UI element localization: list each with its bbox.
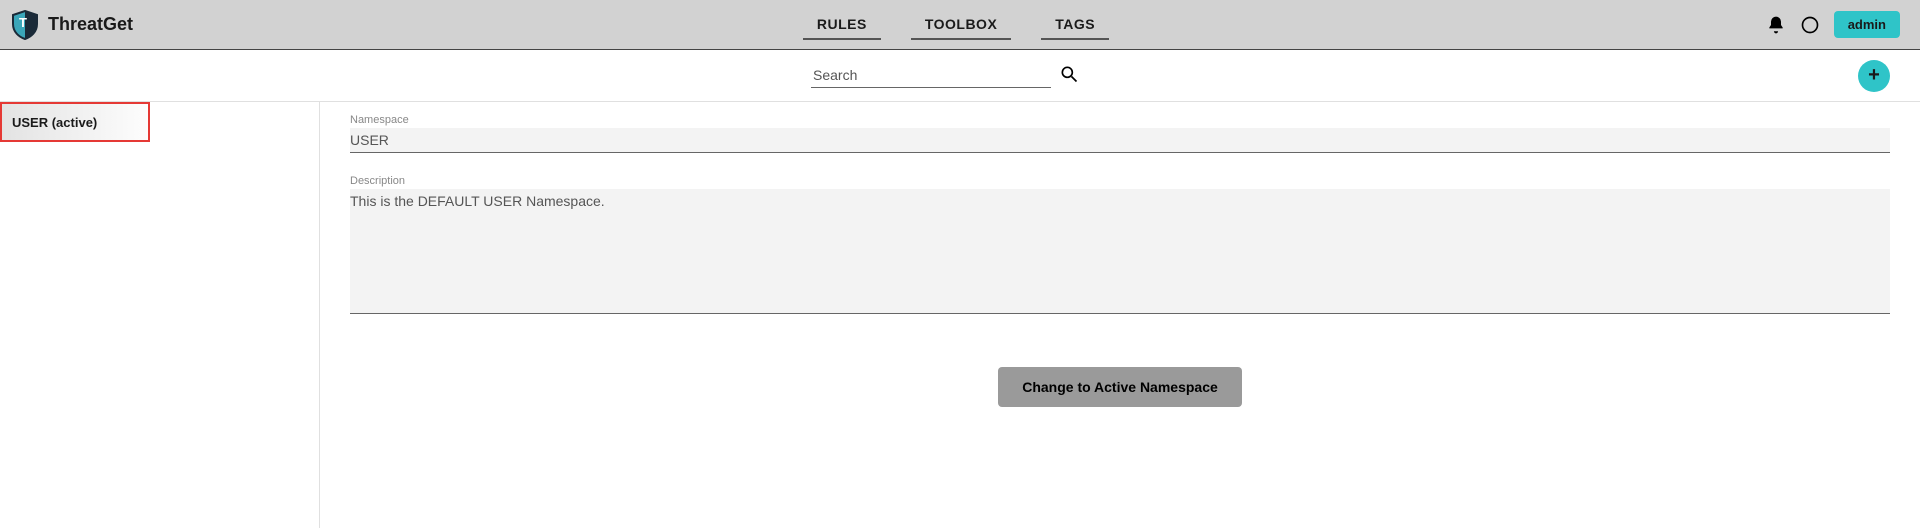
sidebar-item-user[interactable]: USER (active) bbox=[0, 102, 150, 142]
search-input[interactable] bbox=[811, 63, 1051, 88]
description-field: Description bbox=[350, 175, 1890, 317]
namespace-label: Namespace bbox=[350, 114, 1890, 126]
namespace-field: Namespace bbox=[350, 114, 1890, 153]
status-circle-icon[interactable] bbox=[1800, 15, 1820, 35]
namespace-input[interactable] bbox=[350, 128, 1890, 153]
description-textarea[interactable] bbox=[350, 189, 1890, 314]
search-wrap bbox=[811, 63, 1079, 88]
main-panel: Namespace Description Change to Active N… bbox=[320, 102, 1920, 528]
tab-tags[interactable]: TAGS bbox=[1041, 10, 1109, 40]
action-row: Change to Active Namespace bbox=[350, 367, 1890, 407]
content: USER (active) Namespace Description Chan… bbox=[0, 102, 1920, 528]
notifications-icon[interactable] bbox=[1766, 15, 1786, 35]
add-button[interactable]: + bbox=[1858, 60, 1890, 92]
search-icon[interactable] bbox=[1059, 64, 1079, 87]
tab-toolbox[interactable]: TOOLBOX bbox=[911, 10, 1011, 40]
threatget-logo-icon: T bbox=[12, 10, 38, 40]
tab-rules[interactable]: RULES bbox=[803, 10, 881, 40]
toolbar: + bbox=[0, 50, 1920, 102]
description-label: Description bbox=[350, 175, 1890, 187]
brand-title: ThreatGet bbox=[48, 14, 133, 35]
brand-block: T ThreatGet bbox=[12, 10, 292, 40]
header-actions: admin bbox=[1620, 11, 1900, 38]
app-header: T ThreatGet RULES TOOLBOX TAGS admin bbox=[0, 0, 1920, 50]
sidebar: USER (active) bbox=[0, 102, 320, 528]
sidebar-item-label: USER (active) bbox=[12, 115, 97, 130]
plus-icon: + bbox=[1868, 64, 1880, 87]
change-active-namespace-button[interactable]: Change to Active Namespace bbox=[998, 367, 1242, 407]
nav-tabs: RULES TOOLBOX TAGS bbox=[292, 10, 1620, 40]
user-menu-button[interactable]: admin bbox=[1834, 11, 1900, 38]
svg-text:T: T bbox=[19, 15, 27, 30]
